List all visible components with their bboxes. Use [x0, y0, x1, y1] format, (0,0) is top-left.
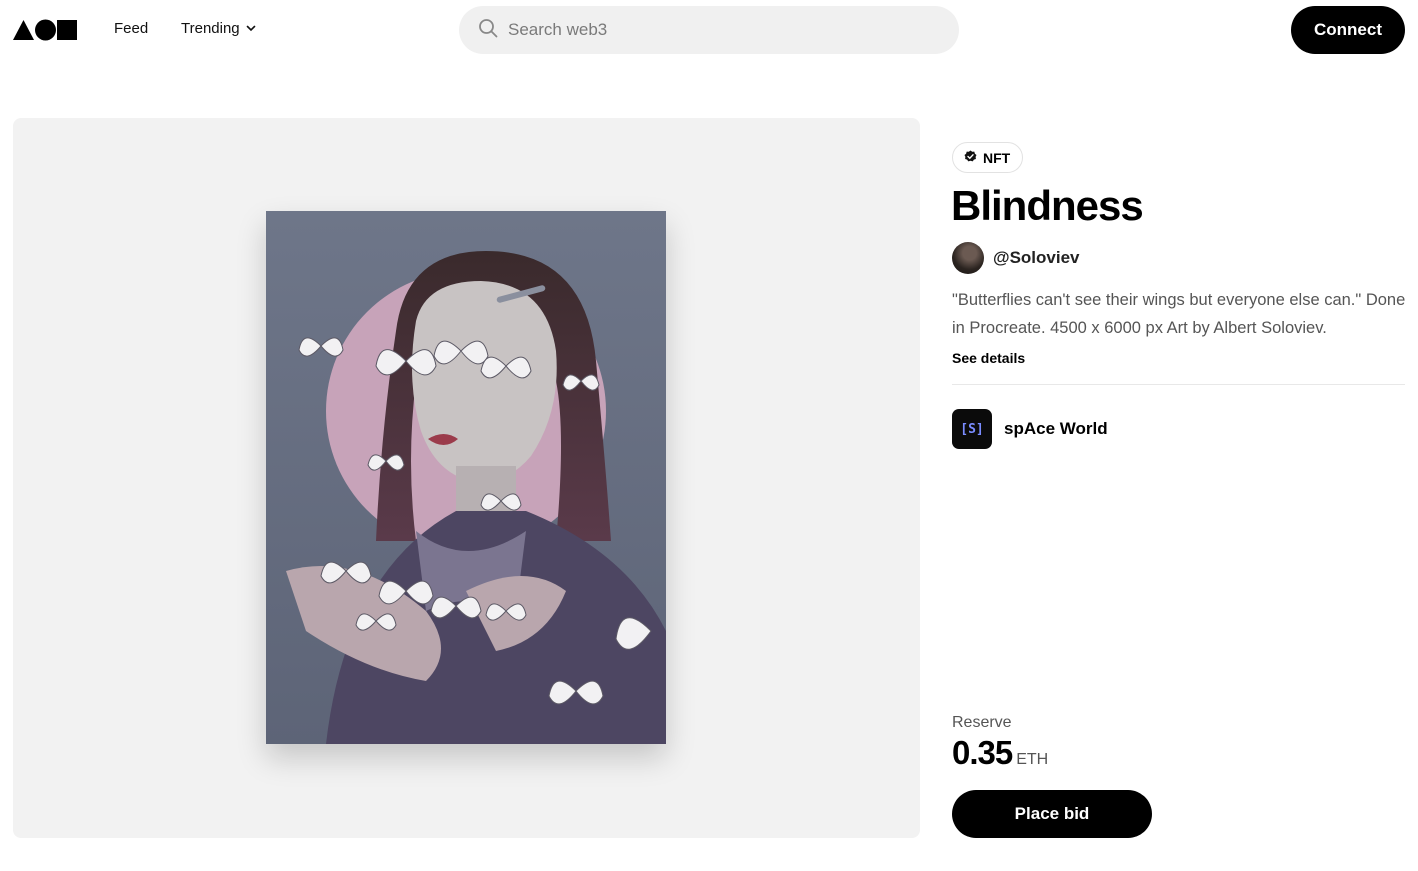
creator-handle: @Soloviev — [993, 248, 1080, 267]
brand-logo[interactable] — [13, 19, 79, 41]
collection-logo: [S] — [952, 409, 992, 449]
nft-title: Blindness — [951, 182, 1144, 229]
verified-check-icon — [964, 150, 977, 166]
creator-link[interactable]: @Soloviev — [952, 242, 1080, 274]
search-bar[interactable] — [459, 6, 959, 54]
nav-trending-label: Trending — [181, 20, 240, 37]
reserve-unit: ETH — [1016, 751, 1049, 768]
nav-feed[interactable]: Feed — [114, 20, 148, 37]
artwork-panel — [13, 118, 920, 838]
reserve-price: 0.35 ETH — [952, 734, 1048, 772]
nft-badge-label: NFT — [983, 149, 1011, 166]
collection-link[interactable]: [S] spAce World — [952, 409, 1108, 449]
nft-badge: NFT — [952, 142, 1024, 173]
divider — [952, 384, 1405, 385]
search-icon — [478, 18, 498, 43]
collection-logo-text: [S] — [960, 421, 984, 437]
place-bid-button[interactable]: Place bid — [952, 790, 1152, 838]
reserve-label: Reserve — [952, 714, 1012, 731]
see-details-link[interactable]: See details — [952, 350, 1025, 366]
collection-name: spAce World — [1004, 419, 1108, 438]
artwork-image[interactable] — [266, 211, 666, 744]
nft-description: "Butterflies can't see their wings but e… — [952, 291, 1406, 337]
creator-avatar — [952, 242, 984, 274]
connect-button[interactable]: Connect — [1291, 6, 1405, 54]
nav-trending-dropdown[interactable]: Trending — [181, 20, 256, 37]
reserve-amount: 0.35 — [952, 734, 1013, 771]
search-input[interactable] — [508, 20, 928, 40]
chevron-down-icon — [246, 20, 256, 37]
